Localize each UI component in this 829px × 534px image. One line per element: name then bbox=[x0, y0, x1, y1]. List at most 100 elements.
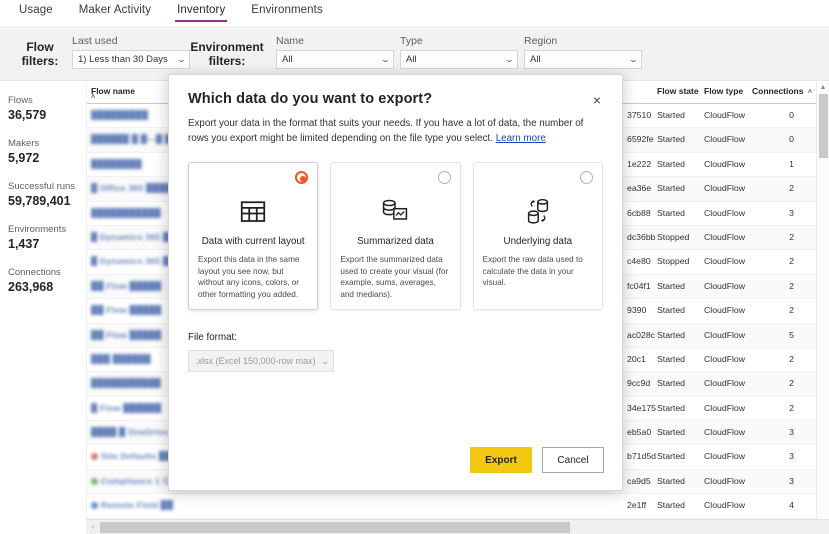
cell-connections: 5 bbox=[789, 329, 794, 340]
radio-data-with-current-layout[interactable] bbox=[295, 171, 309, 184]
kpi-flows: Flows 36,579 bbox=[8, 94, 85, 124]
chevron-down-icon: ⌄ bbox=[176, 55, 187, 64]
sort-caret-icon: ˄ bbox=[807, 89, 812, 96]
cell-flow-type: CloudFlow bbox=[704, 451, 746, 462]
export-options: Data with current layout Export this dat… bbox=[169, 146, 622, 310]
column-header-flow-name-label: Flow name bbox=[91, 86, 135, 96]
cell-flow-state: Stopped bbox=[657, 231, 690, 242]
scroll-up-arrow-icon[interactable]: ▲ bbox=[817, 82, 829, 94]
row-status-icon bbox=[91, 453, 98, 461]
tab-inventory[interactable]: Inventory bbox=[164, 0, 238, 23]
table-row[interactable]: Remote Field ██ 2e1ff Started CloudFlow 4 bbox=[87, 494, 829, 519]
kpi-makers-label: Makers bbox=[8, 138, 40, 149]
cell-connections: 2 bbox=[789, 183, 794, 194]
cell-flow-state: Started bbox=[657, 207, 686, 218]
kpi-environments-label: Environments bbox=[8, 224, 67, 235]
cell-flow-type: CloudFlow bbox=[704, 183, 746, 194]
table-horizontal-scrollbar[interactable]: ‹ bbox=[86, 519, 829, 534]
option-desc-summarized-data: Export the summarized data used to creat… bbox=[340, 255, 449, 299]
filter-last-used-dropdown[interactable]: 1) Less than 30 Days ⌄ bbox=[72, 50, 190, 69]
chevron-down-icon: ⌄ bbox=[504, 55, 515, 64]
flow-filters-label: Flow filters: bbox=[12, 40, 68, 68]
radio-summarized-data[interactable] bbox=[437, 171, 451, 184]
close-icon[interactable]: × bbox=[586, 89, 608, 111]
cell-flow-state: Started bbox=[657, 402, 686, 413]
cell-flow-type: CloudFlow bbox=[704, 353, 746, 364]
database-chart-icon bbox=[340, 189, 450, 233]
column-header-flow-type[interactable]: Flow type bbox=[704, 86, 743, 96]
option-data-with-current-layout[interactable]: Data with current layout Export this dat… bbox=[188, 162, 319, 310]
dialog-actions: Export Cancel bbox=[470, 447, 604, 473]
cell-flow-state: Started bbox=[657, 353, 686, 364]
env-filters-label-line1: Environment bbox=[190, 40, 264, 54]
filter-type: Type All ⌄ bbox=[400, 35, 518, 69]
cell-flow-type: CloudFlow bbox=[704, 158, 746, 169]
filter-type-dropdown[interactable]: All ⌄ bbox=[400, 50, 518, 69]
export-dialog: Which data do you want to export? × Expo… bbox=[168, 74, 623, 491]
cell-flow-type: CloudFlow bbox=[704, 256, 746, 267]
cell-flow-type: CloudFlow bbox=[704, 134, 746, 145]
horizontal-scroll-thumb[interactable] bbox=[100, 522, 570, 533]
filter-type-caption: Type bbox=[400, 35, 423, 47]
option-desc-underlying-data: Export the raw data used to calculate th… bbox=[482, 255, 583, 287]
cell-connections: 2 bbox=[789, 280, 794, 291]
vertical-scroll-thumb[interactable] bbox=[819, 94, 828, 158]
filter-name-dropdown[interactable]: All ⌄ bbox=[276, 50, 394, 69]
filter-region-caption: Region bbox=[524, 35, 558, 47]
scroll-left-arrow-icon[interactable]: ‹ bbox=[86, 520, 100, 534]
tab-environments[interactable]: Environments bbox=[238, 0, 336, 23]
cell-flow-state: Started bbox=[657, 110, 686, 120]
tab-usage[interactable]: Usage bbox=[6, 0, 66, 23]
radio-underlying-data[interactable] bbox=[579, 171, 593, 184]
kpi-successful-runs: Successful runs 59,789,401 bbox=[8, 180, 85, 210]
column-header-connections[interactable]: Connections ˄ bbox=[752, 86, 812, 96]
kpi-flows-label: Flows bbox=[8, 95, 33, 106]
filter-name: Name All ⌄ bbox=[276, 35, 394, 69]
dialog-header: Which data do you want to export? × bbox=[169, 75, 622, 108]
cell-connections: 3 bbox=[789, 451, 794, 462]
cell-flow-state: Stopped bbox=[657, 256, 690, 267]
column-header-flow-state[interactable]: Flow state bbox=[657, 86, 699, 96]
filter-name-value: All bbox=[282, 54, 293, 65]
filter-name-caption: Name bbox=[276, 35, 305, 47]
file-format-section: File format: .xlsx (Excel 150,000-row ma… bbox=[169, 310, 622, 372]
kpi-connections: Connections 263,968 bbox=[8, 266, 85, 296]
database-sync-icon bbox=[483, 189, 593, 233]
row-status-icon bbox=[91, 502, 98, 510]
dialog-description: Export your data in the format that suit… bbox=[169, 107, 622, 146]
export-button[interactable]: Export bbox=[470, 447, 532, 473]
cell-flow-type: CloudFlow bbox=[704, 280, 746, 291]
cell-flow-type: CloudFlow bbox=[704, 475, 746, 486]
option-summarized-data[interactable]: Summarized data Export the summarized da… bbox=[330, 162, 461, 310]
column-header-flow-name[interactable]: Flow name ˄ bbox=[91, 86, 135, 101]
file-format-dropdown[interactable]: .xlsx (Excel 150,000-row max) ⌄ bbox=[188, 350, 334, 372]
option-underlying-data[interactable]: Underlying data Export the raw data used… bbox=[472, 162, 603, 310]
kpi-connections-label: Connections bbox=[8, 267, 61, 278]
kpi-panel: Flows 36,579 Makers 5,972 Successful run… bbox=[0, 82, 85, 534]
cell-connections: 2 bbox=[789, 256, 794, 267]
cell-flow-state: Started bbox=[657, 183, 686, 194]
learn-more-link[interactable]: Learn more bbox=[496, 133, 546, 144]
cell-connections: 2 bbox=[789, 378, 794, 389]
cell-flow-type: CloudFlow bbox=[704, 427, 746, 438]
cancel-button[interactable]: Cancel bbox=[542, 447, 604, 473]
tab-maker-activity[interactable]: Maker Activity bbox=[66, 0, 164, 23]
cell-connections: 0 bbox=[789, 134, 794, 145]
cell-flow-type: CloudFlow bbox=[704, 110, 746, 120]
option-desc-data-with-current-layout: Export this data in the same layout you … bbox=[198, 255, 300, 299]
cell-flow-type: CloudFlow bbox=[704, 207, 746, 218]
cell-flow-type: CloudFlow bbox=[704, 231, 746, 242]
cell-flow-name[interactable]: Remote Field ██ bbox=[91, 500, 291, 510]
cell-connections: 2 bbox=[789, 402, 794, 413]
table-vertical-scrollbar[interactable]: ▲ bbox=[816, 82, 829, 534]
cell-connections: 2 bbox=[789, 353, 794, 364]
kpi-successful-runs-label: Successful runs bbox=[8, 181, 76, 192]
filter-region: Region All ⌄ bbox=[524, 35, 642, 69]
cell-flow-state: Started bbox=[657, 427, 686, 438]
filter-type-value: All bbox=[406, 54, 417, 65]
filter-last-used: Last used 1) Less than 30 Days ⌄ bbox=[72, 35, 190, 69]
kpi-makers-value: 5,972 bbox=[8, 151, 40, 165]
cell-flow-state: Started bbox=[657, 305, 686, 316]
kpi-successful-runs-value: 59,789,401 bbox=[8, 194, 71, 208]
filter-region-dropdown[interactable]: All ⌄ bbox=[524, 50, 642, 69]
